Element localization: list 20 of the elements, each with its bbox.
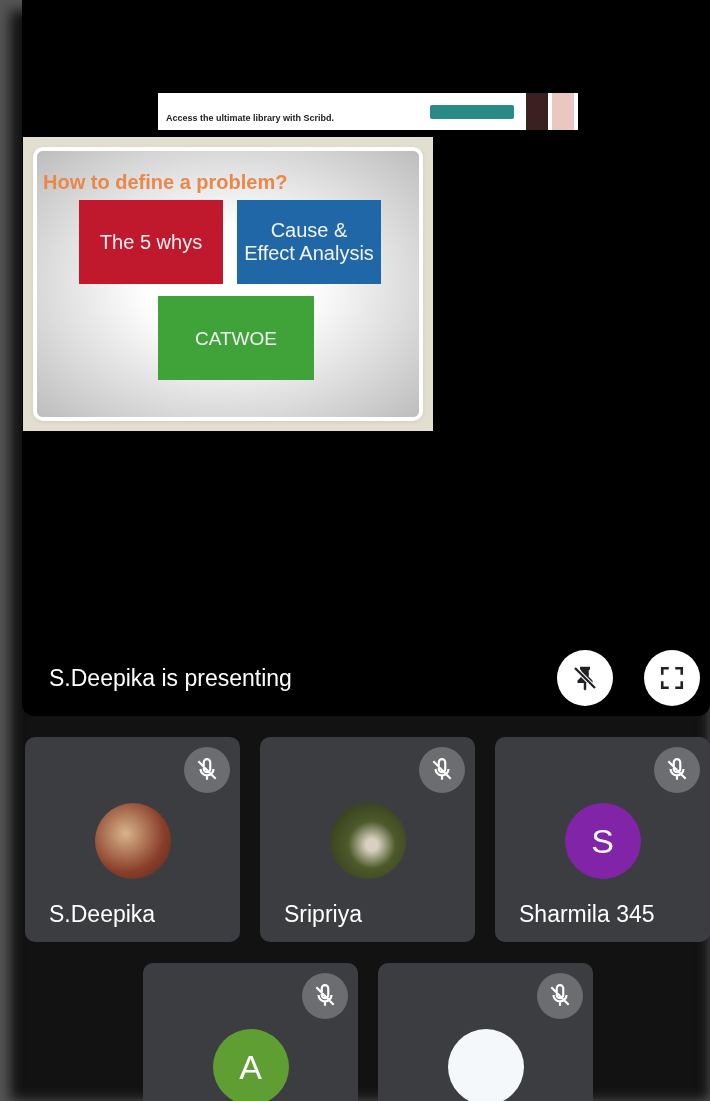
participant-tile[interactable]: S.Deepika: [25, 737, 240, 942]
fullscreen-button[interactable]: [644, 650, 700, 706]
participant-name: Sripriya: [283, 901, 362, 928]
avatar-initial: A: [212, 1029, 289, 1101]
unpin-button[interactable]: [557, 650, 613, 706]
avatar-initial: S: [564, 803, 641, 879]
photo-placeholder: [526, 93, 574, 130]
ad-text: Access the ultimate library with Scribd.: [166, 112, 335, 123]
participant-tile[interactable]: S Sharmila 345: [495, 737, 710, 942]
ad-button[interactable]: [430, 104, 514, 119]
participant-name: Sharmila 345: [518, 901, 655, 928]
participant-name: S.Deepika: [48, 901, 156, 928]
participant-tile[interactable]: Sripriya: [260, 737, 475, 942]
slide-block: The 5 whys: [79, 200, 223, 284]
slide-block: Cause & Effect Analysis: [237, 200, 381, 284]
slide-block: CATWOE: [158, 296, 314, 380]
fullscreen-icon: [659, 665, 685, 691]
presenter-caption: S.Deepika is presenting: [49, 664, 292, 692]
slide-title: How to define a problem?: [43, 171, 289, 194]
ad-banner[interactable]: Access the ultimate library with Scribd.: [158, 93, 578, 130]
